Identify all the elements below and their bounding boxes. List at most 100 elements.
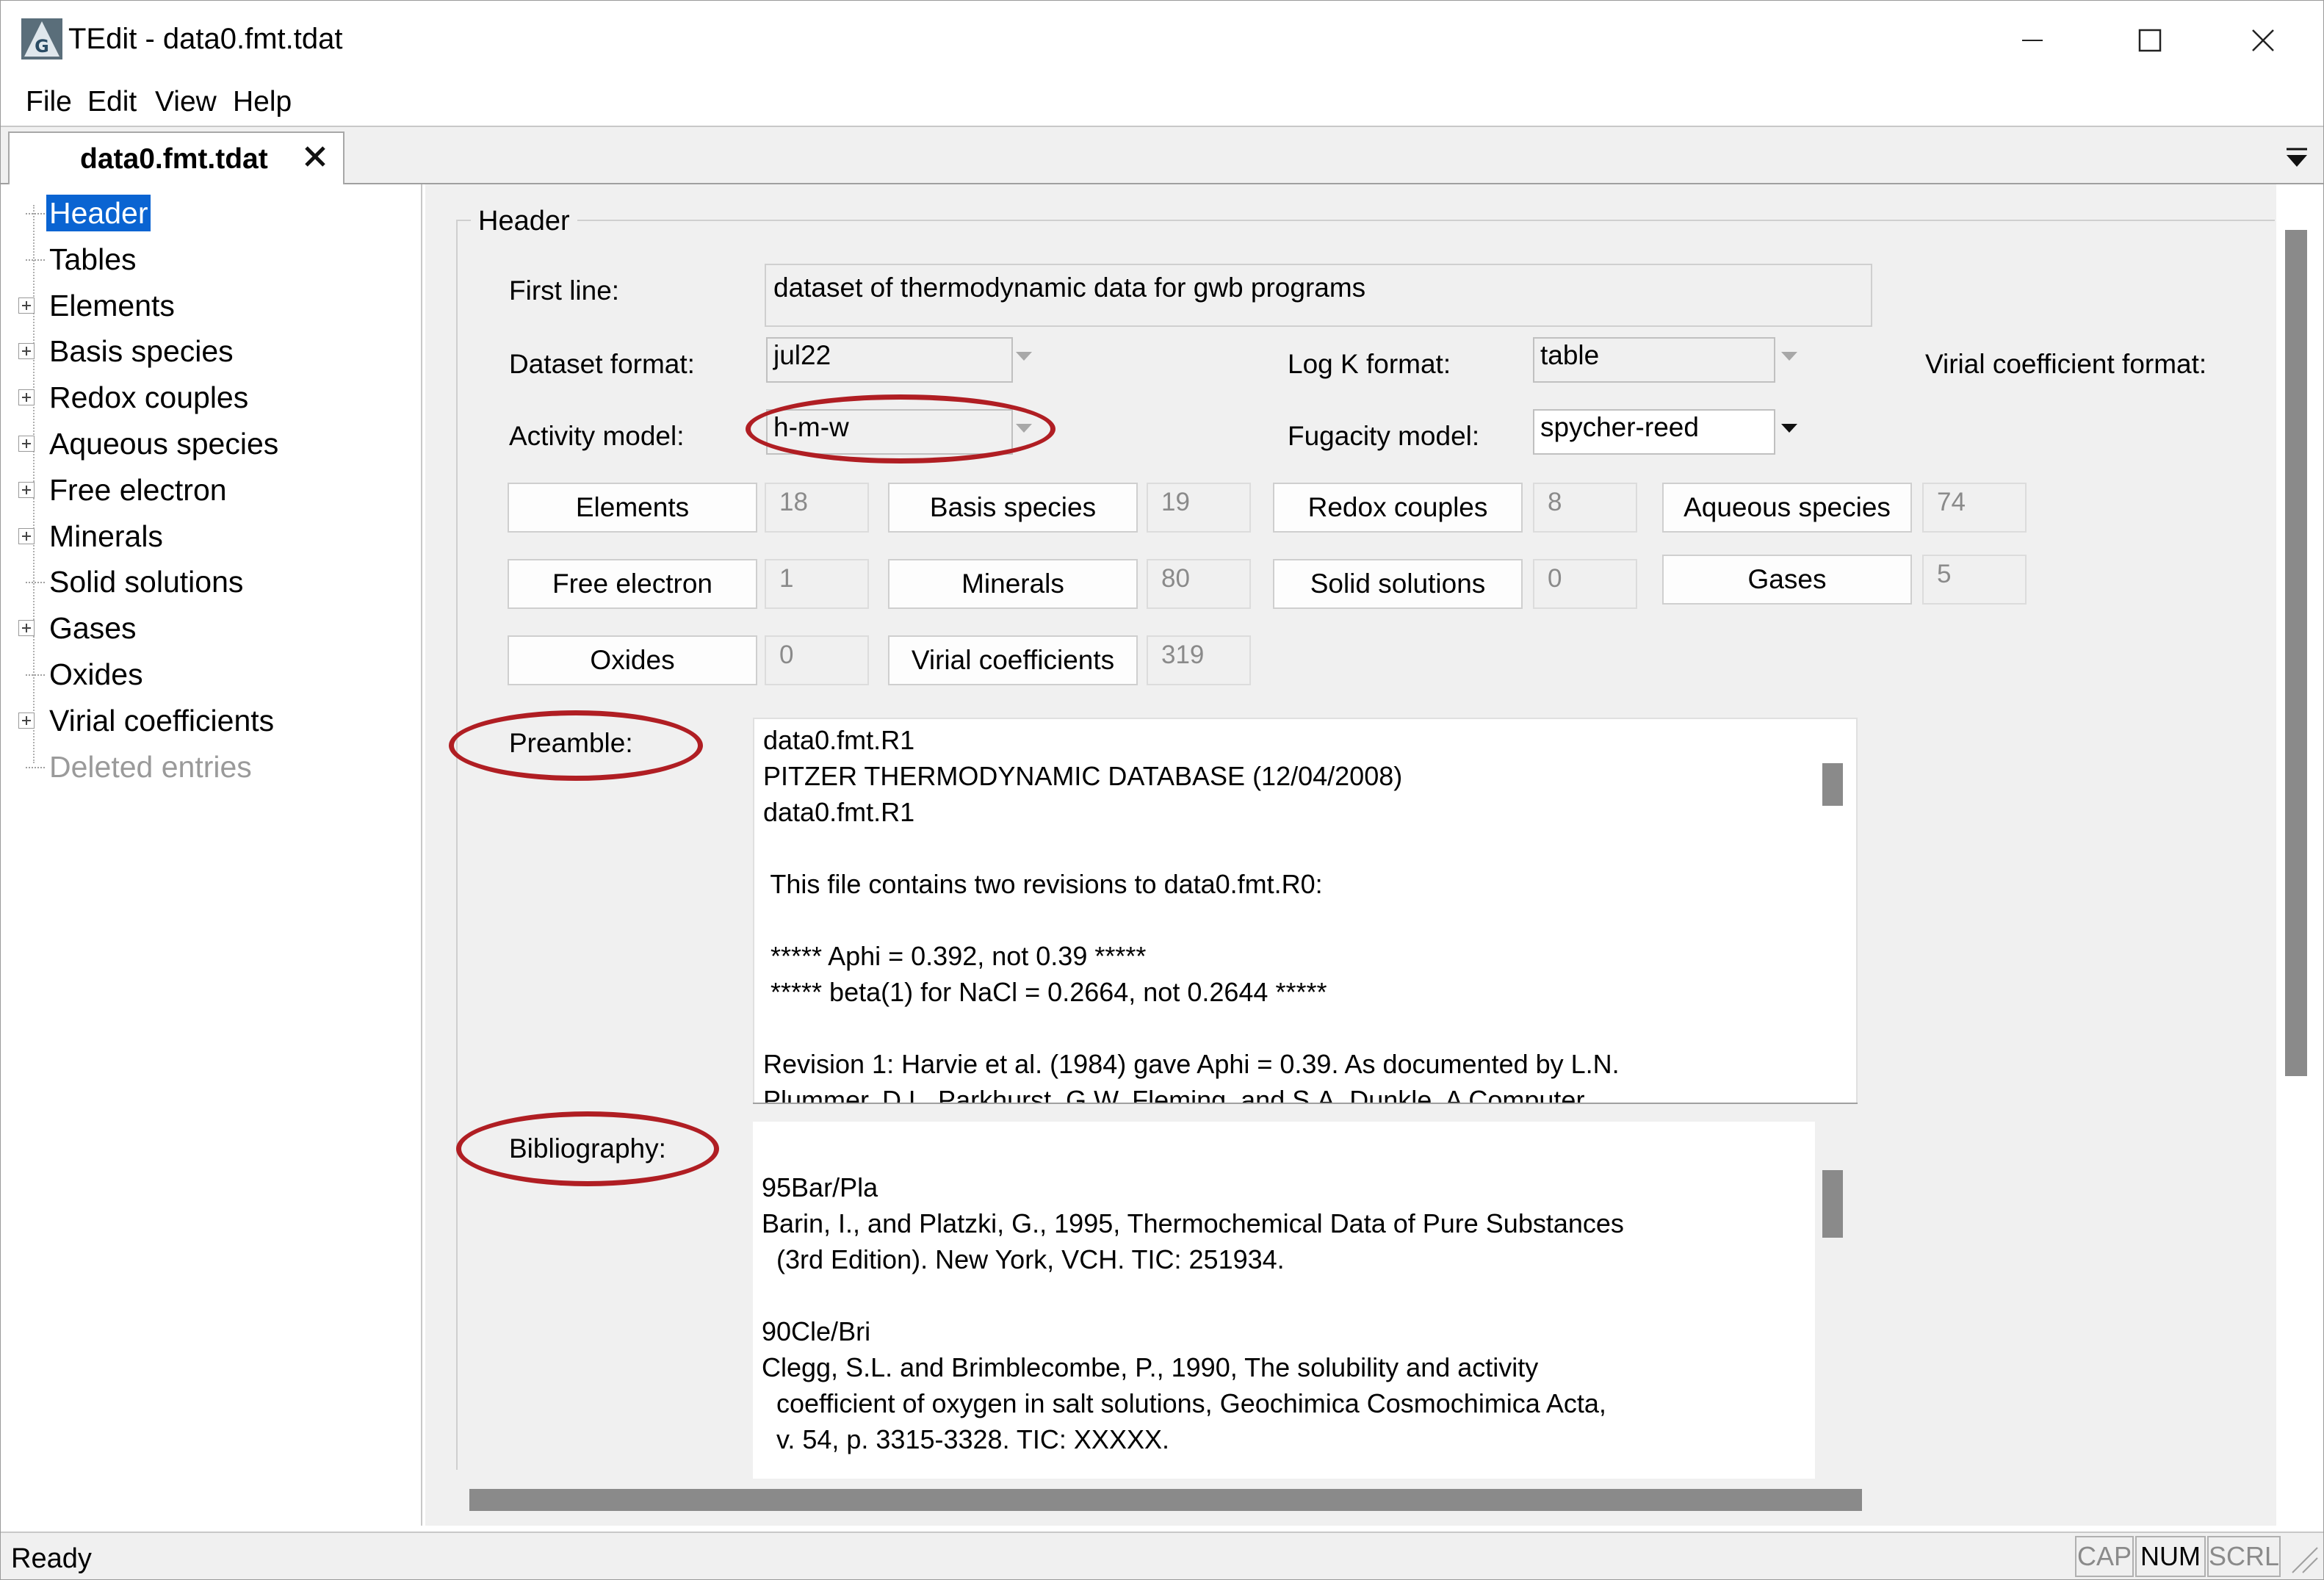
text-line: Clegg, S.L. and Brimblecombe, P., 1990, … [762,1352,1539,1382]
header-group-title: Header [471,203,577,239]
tree-item-elements[interactable]: Elements [8,287,405,324]
tree-item-header[interactable]: Header [8,195,405,231]
menu-view[interactable]: View [155,84,217,120]
fugacity-model-label: Fugacity model: [1288,421,1480,451]
expand-plus-icon[interactable] [18,343,35,360]
free-electron-count: 1 [765,559,869,609]
oxides-count: 0 [765,635,869,685]
minimize-button[interactable] [1977,8,2087,70]
maximize-icon [2138,29,2162,52]
virial-coefficients-button[interactable]: Virial coefficients [888,635,1138,685]
expand-plus-icon[interactable] [18,527,35,544]
resize-grip-icon[interactable] [2288,1543,2320,1576]
menu-bar: File Edit View Help [1,77,2323,127]
tree-item-minerals[interactable]: Minerals [8,518,405,555]
virial-format-label: Virial coefficient format: [1925,349,2207,379]
dataset-format-label: Dataset format: [509,349,695,379]
tree-item-deleted-entries[interactable]: Deleted entries [8,748,405,785]
tree-item-label: Deleted entries [49,749,252,784]
expand-plus-icon[interactable] [18,436,35,452]
divider [753,1103,1858,1104]
text-line: data0.fmt.R1 [763,725,915,755]
tree-item-label: Virial coefficients [49,703,275,737]
menu-help[interactable]: Help [233,84,292,120]
fugacity-model-select[interactable]: spycher-reed [1533,409,1775,455]
tree-connector [26,766,45,768]
dataset-format-select[interactable]: jul22 [766,337,1013,383]
expand-plus-icon[interactable] [18,620,35,637]
close-button[interactable] [2207,8,2317,70]
scrl-indicator: SCRL [2207,1536,2281,1577]
tree-connector [26,259,45,261]
maximize-button[interactable] [2094,8,2204,70]
main-horizontal-scrollbar[interactable] [469,1489,1862,1511]
tree-item-solid-solutions[interactable]: Solid solutions [8,563,405,600]
bibliography-scrollbar-thumb[interactable] [1822,1170,1843,1238]
tree-item-label: Header [46,195,151,231]
chevron-down-icon[interactable] [1781,424,1797,433]
tree-connector [26,213,45,214]
logk-format-label: Log K format: [1288,349,1451,379]
tree-item-tables[interactable]: Tables [8,241,405,278]
first-line-label: First line: [509,275,620,306]
bibliography-textarea[interactable]: 95Bar/Pla Barin, I., and Platzki, G., 199… [753,1122,1815,1479]
oxides-button[interactable]: Oxides [508,635,757,685]
tree-item-label: Solid solutions [49,565,244,599]
tree-item-oxides[interactable]: Oxides [8,656,405,693]
logk-format-select[interactable]: table [1533,337,1775,383]
text-line: 90Cle/Bri [762,1316,871,1346]
solid-solutions-button[interactable]: Solid solutions [1273,559,1523,609]
minimize-icon [2022,40,2043,41]
gases-button[interactable]: Gases [1662,555,1912,605]
title-bar: G TEdit - data0.fmt.tdat [1,1,2323,76]
bibliography-highlight [456,1111,719,1186]
redox-couples-button[interactable]: Redox couples [1273,483,1523,533]
expand-plus-icon[interactable] [18,481,35,498]
chevron-down-icon[interactable] [1781,352,1797,361]
app-window: G TEdit - data0.fmt.tdat File Edit View … [0,0,2324,1580]
expand-plus-icon[interactable] [18,712,35,729]
activity-model-highlight [746,394,1055,463]
text-line: ***** Aphi = 0.392, not 0.39 ***** [763,941,1147,971]
menu-edit[interactable]: Edit [87,84,137,120]
tab-list-dropdown-icon[interactable] [2281,143,2313,173]
tab-close-icon[interactable] [299,140,331,173]
aqueous-species-button[interactable]: Aqueous species [1662,483,1912,533]
menu-file[interactable]: File [26,84,72,120]
free-electron-button[interactable]: Free electron [508,559,757,609]
status-bar: Ready CAP NUM SCRL [1,1532,2323,1579]
tree-item-label: Elements [49,288,175,322]
tree-item-virial-coefficients[interactable]: Virial coefficients [8,702,405,739]
elements-button[interactable]: Elements [508,483,757,533]
basis-species-button[interactable]: Basis species [888,483,1138,533]
tree-item-basis-species[interactable]: Basis species [8,333,405,369]
virial-coefficients-count: 319 [1147,635,1251,685]
first-line-field[interactable]: dataset of thermodynamic data for gwb pr… [765,264,1872,327]
cap-indicator: CAP [2075,1536,2134,1577]
minerals-button[interactable]: Minerals [888,559,1138,609]
text-line: Barin, I., and Platzki, G., 1995, Thermo… [762,1208,1624,1238]
text-line: data0.fmt.R1 [763,797,915,827]
tree-item-label: Free electron [49,472,227,507]
num-indicator: NUM [2135,1536,2206,1577]
tree-item-redox-couples[interactable]: Redox couples [8,379,405,416]
tree-connector [26,674,45,676]
expand-plus-icon[interactable] [18,389,35,406]
tree-item-free-electron[interactable]: Free electron [8,472,405,508]
tree-item-gases[interactable]: Gases [8,610,405,646]
activity-model-label: Activity model: [509,421,685,451]
expand-plus-icon[interactable] [18,297,35,314]
document-tab-bar: data0.fmt.tdat [1,127,2323,184]
document-tab[interactable]: data0.fmt.tdat [8,131,344,184]
chevron-down-icon[interactable] [1016,352,1032,361]
tree-item-aqueous-species[interactable]: Aqueous species [8,425,405,462]
svg-text:G: G [35,36,49,57]
text-line: 95Bar/Pla [762,1172,878,1202]
preamble-scrollbar-thumb[interactable] [1822,763,1843,806]
status-text: Ready [11,1543,92,1574]
window-title: TEdit - data0.fmt.tdat [68,23,343,55]
tree-item-label: Gases [49,611,137,646]
main-vertical-scrollbar[interactable] [2285,230,2307,1076]
preamble-textarea[interactable]: data0.fmt.R1 PITZER THERMODYNAMIC DATABAS… [753,718,1858,1104]
text-line: ***** beta(1) for NaCl = 0.2664, not 0.2… [763,977,1327,1007]
